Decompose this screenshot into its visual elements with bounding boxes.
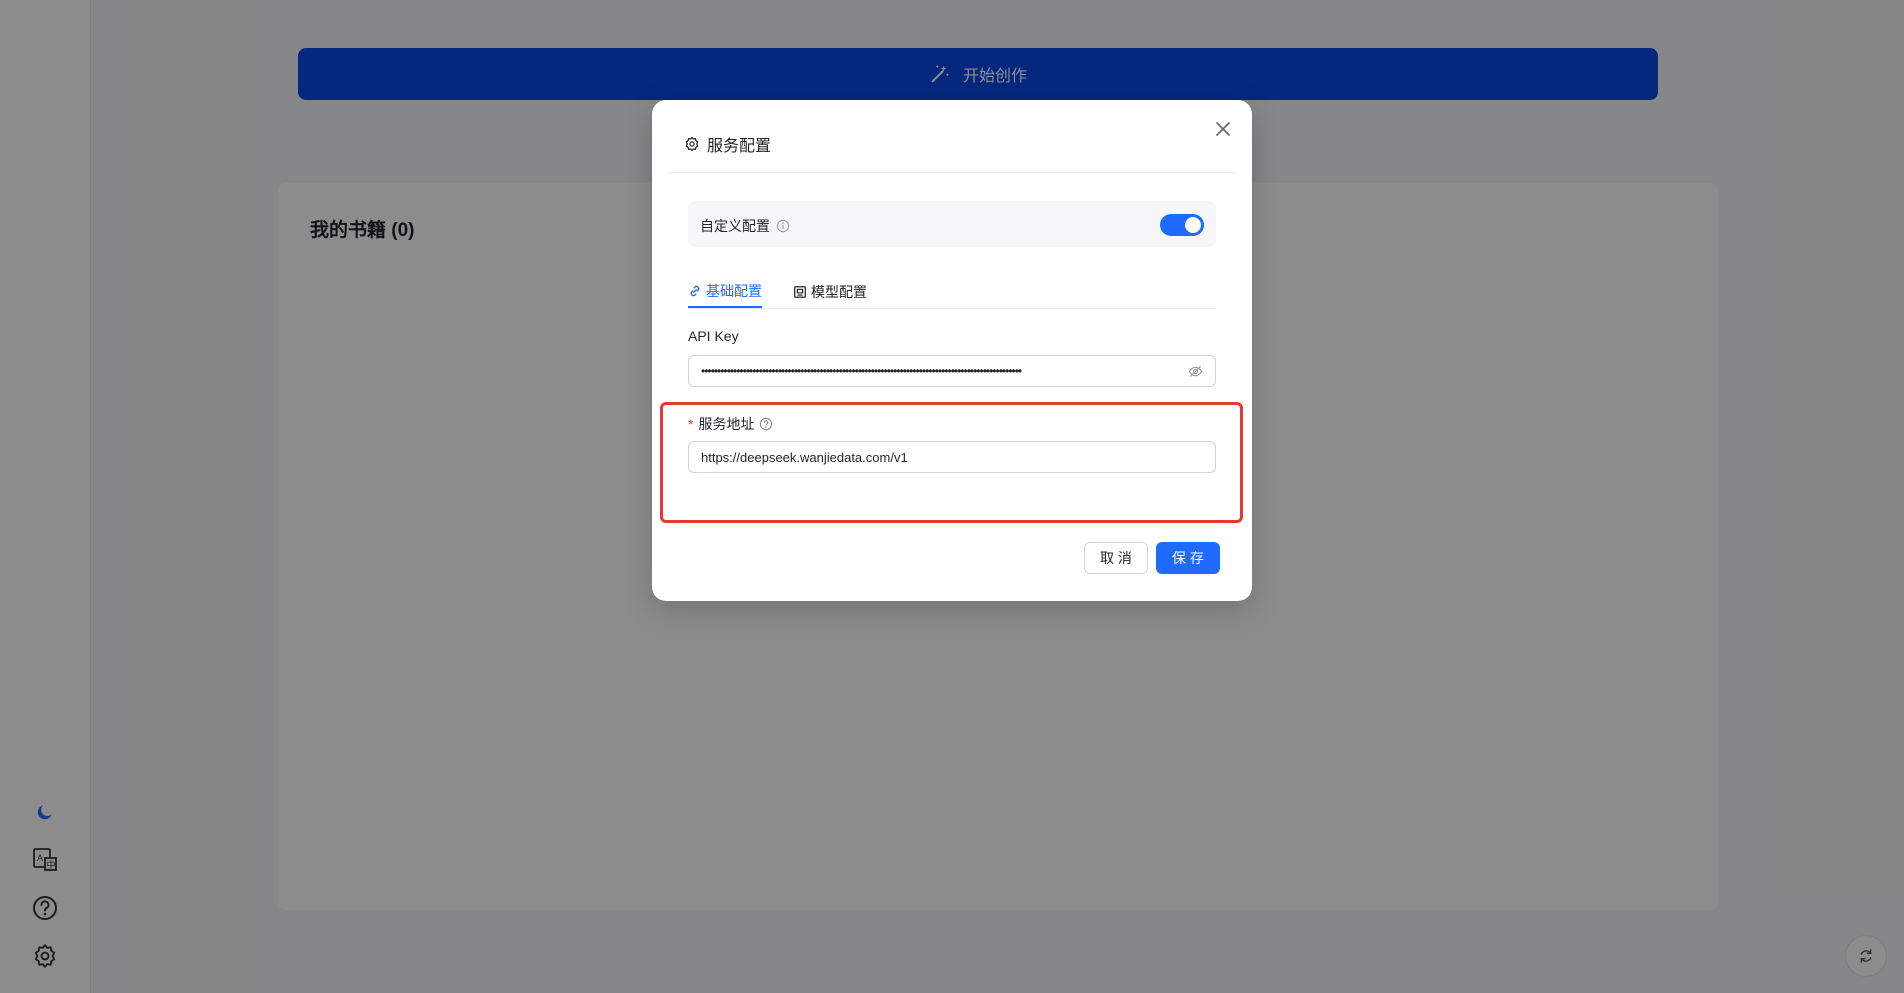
model-icon xyxy=(794,285,806,298)
eye-off-icon[interactable] xyxy=(1188,364,1203,379)
highlight-box xyxy=(660,402,1243,523)
custom-config-row: 自定义配置 xyxy=(688,201,1216,247)
cancel-button[interactable]: 取 消 xyxy=(1084,542,1148,574)
tab-model-config-label: 模型配置 xyxy=(811,283,867,300)
link-icon xyxy=(690,285,700,297)
close-icon xyxy=(1216,122,1230,136)
dialog-title: 服务配置 xyxy=(684,132,771,156)
service-config-dialog: 服务配置 自定义配置 基础配置 模型配置 API Key •••••••••••… xyxy=(652,100,1252,601)
close-button[interactable] xyxy=(1212,118,1234,140)
title-divider xyxy=(668,172,1236,173)
api-key-value: ••••••••••••••••••••••••••••••••••••••••… xyxy=(701,364,1022,378)
toggle-knob xyxy=(1185,217,1201,233)
api-key-label-group: API Key xyxy=(688,328,739,344)
gear-icon xyxy=(685,136,699,152)
tab-basic-config[interactable]: 基础配置 xyxy=(688,276,762,308)
config-tabs: 基础配置 模型配置 xyxy=(688,276,1216,309)
api-key-label: API Key xyxy=(688,328,739,344)
tab-basic-config-label: 基础配置 xyxy=(706,283,762,299)
tab-model-config[interactable]: 模型配置 xyxy=(793,276,867,307)
save-button[interactable]: 保 存 xyxy=(1156,542,1220,574)
info-icon[interactable] xyxy=(776,219,790,233)
custom-config-label: 自定义配置 xyxy=(700,218,770,234)
dialog-title-text: 服务配置 xyxy=(707,138,772,155)
custom-config-label-group: 自定义配置 xyxy=(700,216,790,236)
api-key-field[interactable]: ••••••••••••••••••••••••••••••••••••••••… xyxy=(688,355,1216,387)
custom-config-toggle[interactable] xyxy=(1160,214,1204,236)
